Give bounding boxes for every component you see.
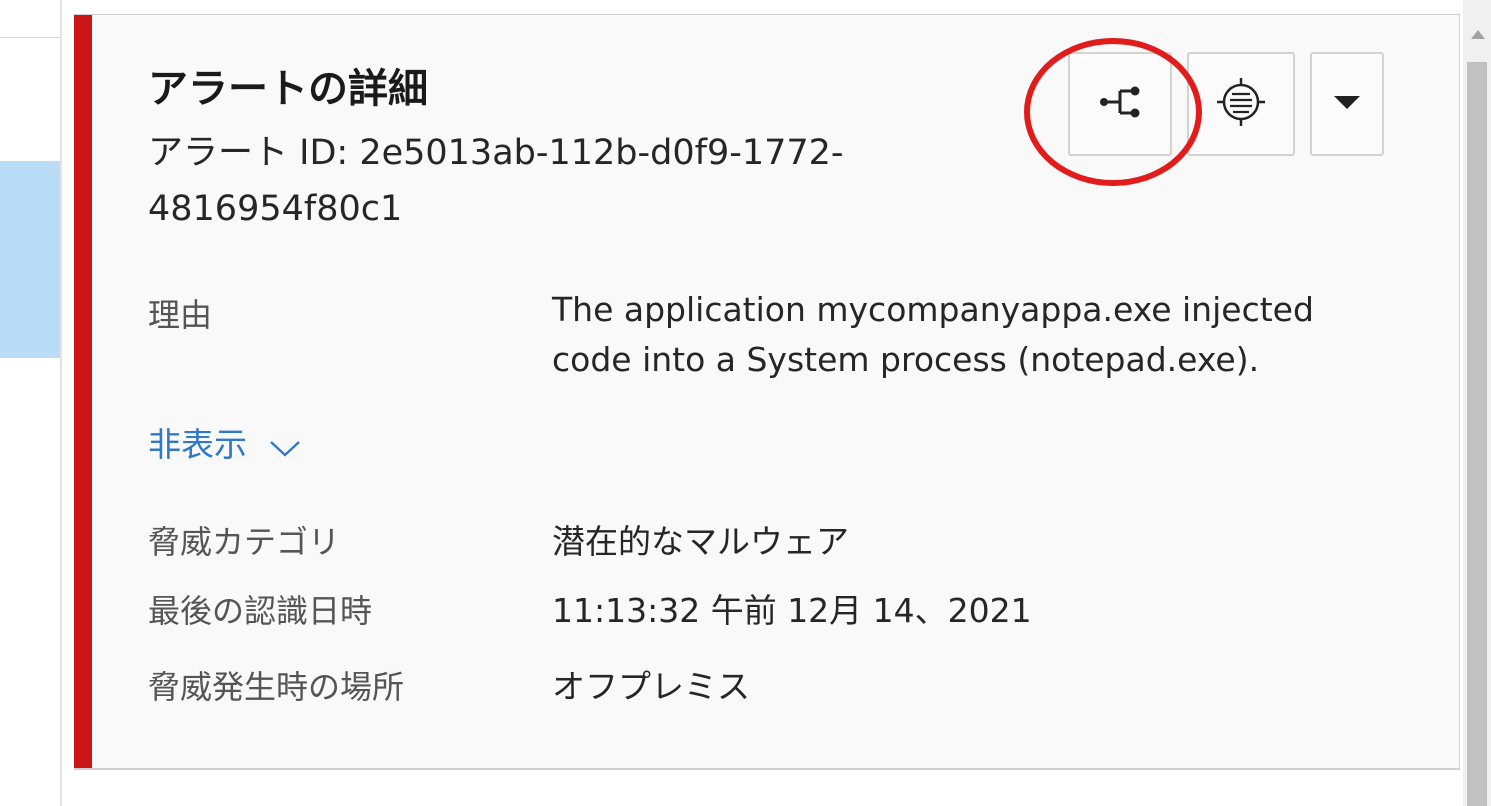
scrollbar-thumb[interactable] xyxy=(1467,62,1487,806)
vertical-scrollbar[interactable] xyxy=(1463,0,1491,806)
scroll-up-arrow-icon[interactable] xyxy=(1471,30,1485,39)
last-seen-value: 11:13:32 午前 12月 14、2021 xyxy=(552,591,1032,630)
location-value: オフプレミス xyxy=(552,667,750,706)
reason-value: The application mycompanyappa.exe inject… xyxy=(552,290,1314,379)
threat-category-value: 潜在的なマルウェア xyxy=(552,522,849,561)
caret-down-icon xyxy=(1332,92,1362,116)
location-label: 脅威発生時の場所 xyxy=(148,668,405,706)
more-options-dropdown[interactable] xyxy=(1310,52,1384,156)
alert-id: アラート ID: 2e5013ab-112b-d0f9-1772-4816954… xyxy=(148,133,844,229)
alert-title: アラートの詳細 xyxy=(148,66,428,112)
severity-accent-bar xyxy=(74,15,92,768)
reason-label: 理由 xyxy=(148,296,213,334)
chevron-down-icon xyxy=(268,427,302,466)
last-seen-label: 最後の認識日時 xyxy=(148,592,373,630)
filter-list-icon xyxy=(1211,72,1271,136)
hide-details-label: 非表示 xyxy=(148,425,247,464)
selected-list-row[interactable] xyxy=(0,161,62,358)
alert-list-pane xyxy=(0,0,62,806)
highlight-circle-annotation xyxy=(1024,38,1202,186)
pane-edge xyxy=(60,0,62,806)
list-divider xyxy=(0,37,62,38)
card-bottom-border xyxy=(74,768,1460,770)
hide-details-toggle[interactable]: 非表示 xyxy=(148,418,302,466)
threat-category-label: 脅威カテゴリ xyxy=(148,523,341,561)
filter-list-button[interactable] xyxy=(1187,52,1295,156)
